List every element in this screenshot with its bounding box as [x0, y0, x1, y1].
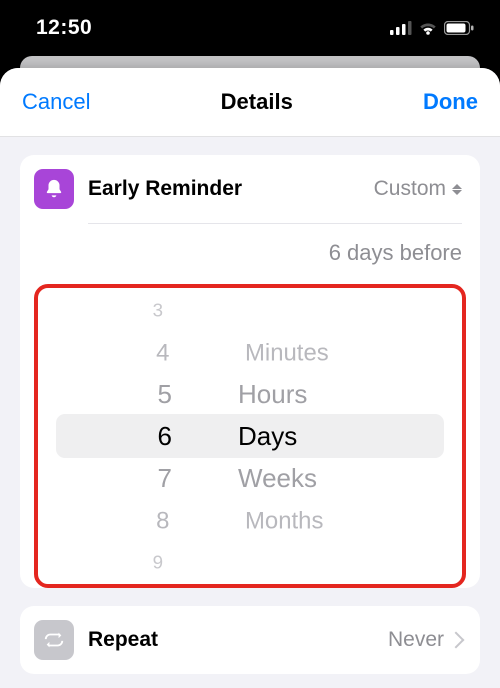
nav-bar: Cancel Details Done — [0, 68, 500, 137]
battery-icon — [444, 21, 474, 35]
picker-unit-option[interactable]: Weeks — [230, 457, 420, 499]
page-title: Details — [221, 89, 293, 115]
cellular-icon — [390, 21, 412, 35]
picker-number-option[interactable]: 4 — [85, 333, 195, 372]
picker-number-option[interactable]: 3 — [97, 295, 183, 325]
picker-number-selected[interactable]: 6 — [80, 415, 200, 457]
picker-unit-option[interactable]: Minutes — [238, 333, 413, 372]
picker-number-option[interactable]: 7 — [80, 457, 200, 499]
picker-number-option[interactable]: 5 — [80, 373, 200, 415]
repeat-row[interactable]: Repeat Never — [20, 606, 480, 674]
early-reminder-value[interactable]: Custom — [374, 177, 462, 201]
picker-number-wheel[interactable]: 3 4 5 6 7 8 9 — [80, 289, 200, 583]
wifi-icon — [418, 21, 438, 35]
details-modal: Cancel Details Done Early Reminder Custo… — [0, 68, 500, 688]
picker-unit-wheel[interactable]: Minutes Hours Days Weeks Months — [230, 331, 420, 541]
done-button[interactable]: Done — [423, 89, 478, 115]
picker-unit-option[interactable]: Hours — [230, 373, 420, 415]
picker-unit-option[interactable]: Months — [238, 501, 413, 540]
picker-number-option[interactable]: 9 — [97, 547, 183, 577]
chevron-right-icon — [448, 632, 465, 649]
content-area: Early Reminder Custom 6 days before 3 4 … — [0, 137, 500, 688]
background-sheet-peek — [20, 56, 480, 68]
picker-number-option[interactable]: 8 — [85, 501, 195, 540]
repeat-card: Repeat Never — [20, 606, 480, 674]
status-bar: 12:50 — [0, 0, 500, 56]
early-reminder-label: Early Reminder — [88, 177, 242, 201]
repeat-value: Never — [388, 628, 462, 652]
repeat-value-text: Never — [388, 628, 444, 652]
reminder-summary: 6 days before — [20, 224, 480, 280]
repeat-icon — [34, 620, 74, 660]
early-reminder-card: Early Reminder Custom 6 days before 3 4 … — [20, 155, 480, 588]
status-time: 12:50 — [36, 16, 92, 40]
cancel-button[interactable]: Cancel — [22, 89, 90, 115]
bell-icon — [34, 169, 74, 209]
repeat-label: Repeat — [88, 628, 158, 652]
updown-chevron-icon — [452, 184, 462, 195]
early-reminder-value-text: Custom — [374, 177, 446, 201]
early-reminder-row[interactable]: Early Reminder Custom — [20, 155, 480, 223]
status-indicators — [390, 21, 474, 35]
picker-highlight-annotation: 3 4 5 6 7 8 9 Minutes Hours Days Weeks M… — [34, 284, 466, 588]
picker-unit-selected[interactable]: Days — [230, 415, 420, 457]
